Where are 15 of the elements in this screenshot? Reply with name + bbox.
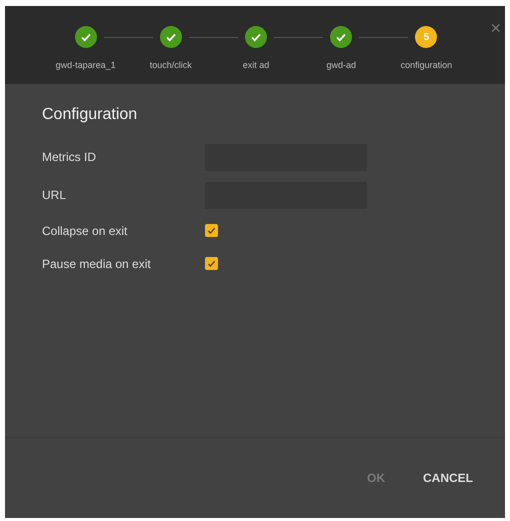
field-label: Metrics ID: [42, 150, 97, 164]
checkbox-label: Pause media on exit: [42, 256, 152, 270]
checkbox-label: Collapse on exit: [42, 224, 128, 238]
step-label: touch/click: [150, 60, 192, 70]
step-number: 5: [415, 26, 438, 48]
step-label: gwd-ad: [326, 60, 356, 70]
checkbox[interactable]: [205, 224, 218, 237]
checkbox[interactable]: [205, 257, 218, 270]
close-button[interactable]: ×: [490, 18, 501, 39]
field-label: URL: [42, 188, 68, 202]
step-label: gwd-taparea_1: [56, 60, 116, 70]
dialog-title: Configuration: [42, 106, 138, 124]
step-label: configuration: [400, 60, 452, 70]
step-label: exit ad: [242, 60, 270, 70]
cancel-button[interactable]: CANCEL: [413, 463, 483, 493]
